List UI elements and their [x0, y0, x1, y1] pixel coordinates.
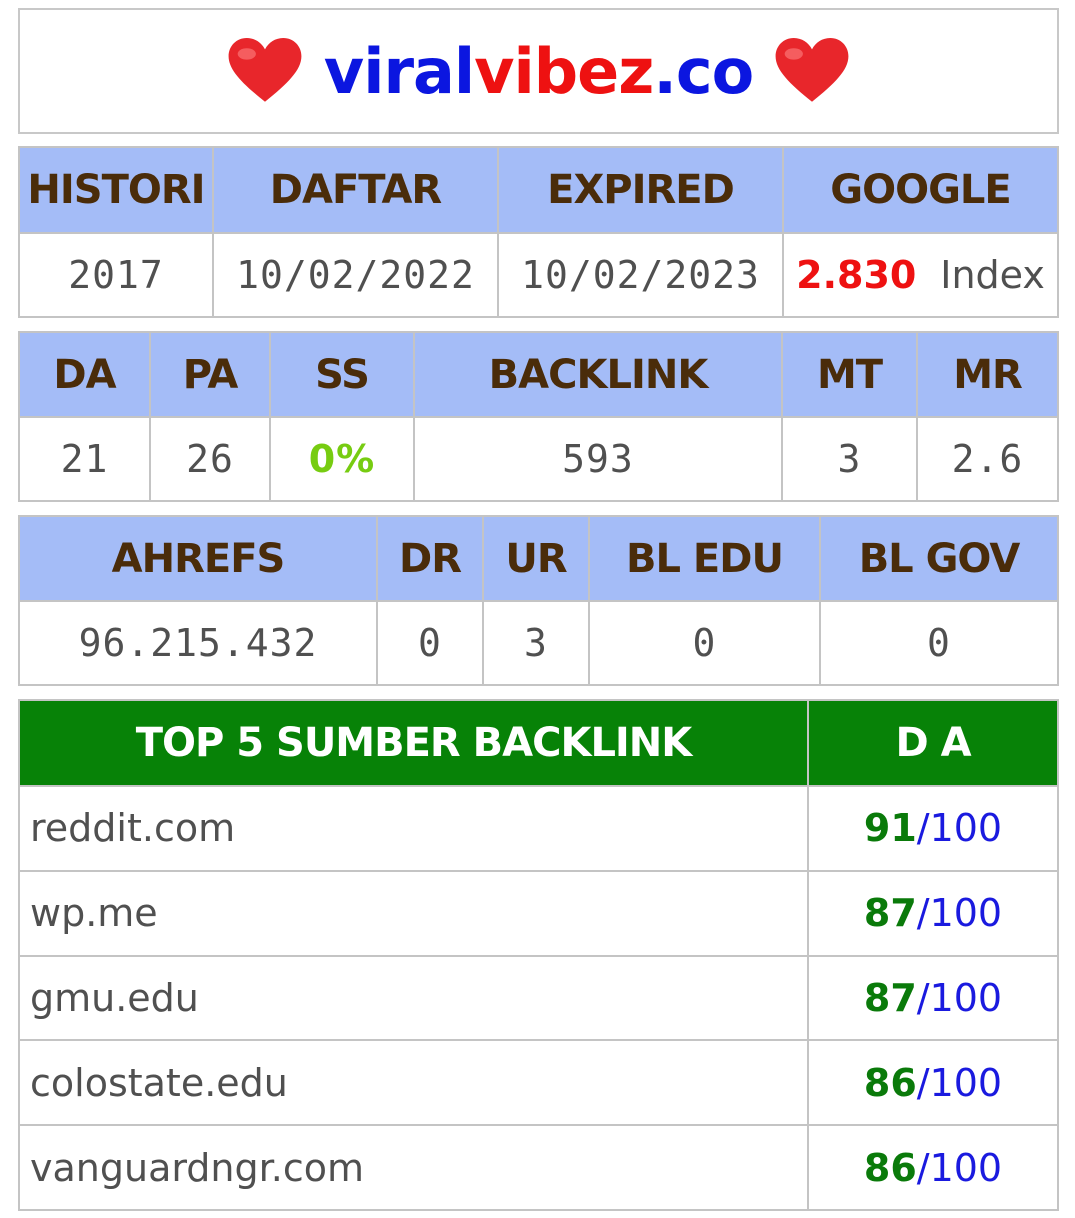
bl-edu-value: 0 [588, 600, 821, 686]
expired-value: 10/02/2023 [497, 232, 784, 318]
source-da-max: 100 [929, 806, 1003, 851]
source-da-max: 100 [929, 1145, 1003, 1190]
bl-gov-value: 0 [819, 600, 1059, 686]
header-bl-gov: BL GOV [819, 515, 1059, 602]
table-row: wp.me 87/100 [18, 869, 1059, 957]
mr-value: 2.6 [916, 416, 1059, 502]
table-row: colostate.edu 86/100 [18, 1039, 1059, 1127]
header-mr: MR [916, 331, 1059, 418]
header-daftar: DAFTAR [212, 146, 499, 234]
source-domain: vanguardngr.com [18, 1124, 809, 1211]
table-header-row: TOP 5 SUMBER BACKLINK D A [18, 699, 1059, 787]
source-da-value: 87 [863, 975, 917, 1020]
header-dr: DR [376, 515, 484, 602]
table-header-row: DA PA SS BACKLINK MT MR [18, 331, 1059, 418]
daftar-value: 10/02/2022 [212, 232, 499, 318]
source-da-score: 87/100 [807, 954, 1059, 1042]
heart-icon [775, 38, 849, 102]
source-domain: gmu.edu [18, 954, 809, 1042]
table-header-row: HISTORI DAFTAR EXPIRED GOOGLE [18, 146, 1059, 234]
ss-value-cell: 0% [269, 416, 415, 502]
ahrefs-metrics-table: AHREFS DR UR BL EDU BL GOV 96.215.432 0 … [18, 515, 1059, 686]
mt-value: 3 [781, 416, 918, 502]
source-da-max: 100 [929, 1060, 1003, 1105]
header-histori: HISTORI [18, 146, 214, 234]
heart-icon [228, 38, 302, 102]
source-da-score: 86/100 [807, 1039, 1059, 1127]
table-row: 2017 10/02/2022 10/02/2023 2.830 Index [18, 232, 1059, 318]
google-index-count: 2.830 [796, 253, 917, 297]
source-da-value: 87 [863, 891, 917, 936]
site-title-box: viralvibez.co [18, 8, 1059, 134]
header-ss: SS [269, 331, 415, 418]
backlink-value: 593 [413, 416, 783, 502]
ahrefs-value: 96.215.432 [18, 600, 378, 686]
source-da-max: 100 [929, 975, 1003, 1020]
source-da-score: 86/100 [807, 1124, 1059, 1211]
table-header-row: AHREFS DR UR BL EDU BL GOV [18, 515, 1059, 602]
histori-value: 2017 [18, 232, 214, 318]
site-name: viralvibez.co [323, 34, 754, 108]
moz-metrics-table: DA PA SS BACKLINK MT MR 21 26 0% 593 3 2… [18, 331, 1059, 502]
top-backlink-sources-table: TOP 5 SUMBER BACKLINK D A reddit.com 91/… [18, 699, 1059, 1211]
source-da-score: 91/100 [807, 785, 1059, 872]
header-ahrefs: AHREFS [18, 515, 378, 602]
pa-value: 26 [149, 416, 271, 502]
header-expired: EXPIRED [497, 146, 784, 234]
source-da-value: 86 [863, 1145, 917, 1190]
table-row: 96.215.432 0 3 0 0 [18, 600, 1059, 686]
header-bl-edu: BL EDU [588, 515, 821, 602]
source-da-value: 91 [863, 806, 917, 851]
header-google: GOOGLE [782, 146, 1059, 234]
header-ur: UR [482, 515, 590, 602]
source-domain: reddit.com [18, 785, 809, 872]
table-row: reddit.com 91/100 [18, 785, 1059, 872]
source-da-max: 100 [929, 891, 1003, 936]
header-top-sources: TOP 5 SUMBER BACKLINK [18, 699, 809, 787]
header-pa: PA [149, 331, 271, 418]
source-da-value: 86 [863, 1060, 917, 1105]
source-da-score: 87/100 [807, 869, 1059, 957]
source-domain: colostate.edu [18, 1039, 809, 1127]
da-value: 21 [18, 416, 151, 502]
header-source-da: D A [807, 699, 1059, 787]
dr-value: 0 [376, 600, 484, 686]
site-name-part1: viral [323, 34, 475, 108]
site-name-part2: vibez [474, 34, 654, 108]
google-index-cell: 2.830 Index [782, 232, 1059, 318]
ur-value: 3 [482, 600, 590, 686]
header-mt: MT [781, 331, 918, 418]
google-index-unit: Index [940, 253, 1045, 297]
header-da: DA [18, 331, 151, 418]
ss-value: 0% [308, 437, 376, 481]
table-row: 21 26 0% 593 3 2.6 [18, 416, 1059, 502]
domain-history-table: HISTORI DAFTAR EXPIRED GOOGLE 2017 10/02… [18, 146, 1059, 318]
source-domain: wp.me [18, 869, 809, 957]
table-row: vanguardngr.com 86/100 [18, 1124, 1059, 1211]
table-row: gmu.edu 87/100 [18, 954, 1059, 1042]
header-backlink: BACKLINK [413, 331, 783, 418]
site-name-part3: .co [653, 34, 754, 108]
